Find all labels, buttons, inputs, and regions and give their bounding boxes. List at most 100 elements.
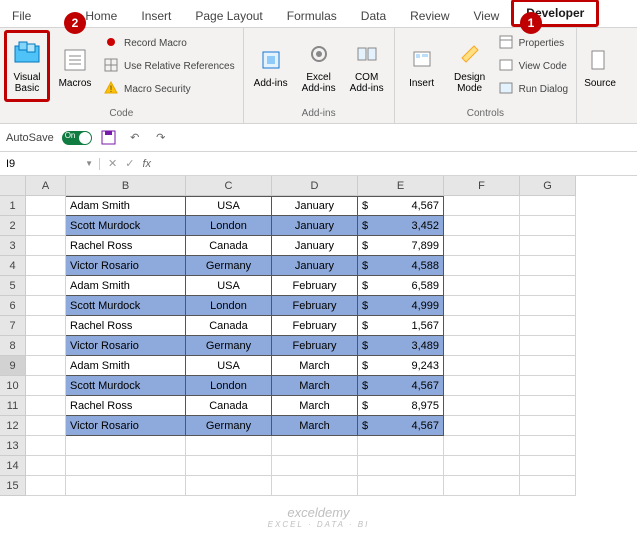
cell[interactable]: Canada: [186, 316, 272, 336]
tab-view[interactable]: View: [462, 5, 512, 27]
cell[interactable]: Scott Murdock: [66, 376, 186, 396]
tab-formulas[interactable]: Formulas: [275, 5, 349, 27]
cell[interactable]: [26, 216, 66, 236]
row-header[interactable]: 2: [0, 216, 26, 236]
row-header[interactable]: 12: [0, 416, 26, 436]
cell[interactable]: [520, 376, 576, 396]
cell[interactable]: $4,567: [358, 376, 444, 396]
cell[interactable]: Adam Smith: [66, 356, 186, 376]
cell[interactable]: Rachel Ross: [66, 316, 186, 336]
cell[interactable]: [444, 296, 520, 316]
cell[interactable]: Canada: [186, 396, 272, 416]
row-header[interactable]: 15: [0, 476, 26, 496]
cell[interactable]: [444, 416, 520, 436]
run-dialog-button[interactable]: Run Dialog: [495, 78, 572, 100]
col-header-E[interactable]: E: [358, 176, 444, 196]
cell[interactable]: [26, 276, 66, 296]
row-header[interactable]: 7: [0, 316, 26, 336]
cell[interactable]: [26, 356, 66, 376]
cell[interactable]: Rachel Ross: [66, 396, 186, 416]
cell[interactable]: $4,567: [358, 416, 444, 436]
cell[interactable]: [444, 356, 520, 376]
row-header[interactable]: 9: [0, 356, 26, 376]
cell[interactable]: Victor Rosario: [66, 256, 186, 276]
cell[interactable]: [444, 396, 520, 416]
cancel-formula-icon[interactable]: ✕: [108, 157, 117, 170]
cell[interactable]: [520, 236, 576, 256]
cell[interactable]: March: [272, 396, 358, 416]
cell[interactable]: Scott Murdock: [66, 216, 186, 236]
cell[interactable]: Germany: [186, 336, 272, 356]
row-header[interactable]: 5: [0, 276, 26, 296]
cell[interactable]: [520, 436, 576, 456]
cell[interactable]: [358, 476, 444, 496]
cell[interactable]: [26, 256, 66, 276]
cell[interactable]: [520, 476, 576, 496]
cell[interactable]: Victor Rosario: [66, 336, 186, 356]
cell[interactable]: [66, 436, 186, 456]
cell[interactable]: [444, 476, 520, 496]
tab-data[interactable]: Data: [349, 5, 398, 27]
cell[interactable]: [520, 296, 576, 316]
cell[interactable]: [26, 436, 66, 456]
cell[interactable]: $9,243: [358, 356, 444, 376]
cell[interactable]: Victor Rosario: [66, 416, 186, 436]
cell[interactable]: Germany: [186, 256, 272, 276]
cell[interactable]: $3,452: [358, 216, 444, 236]
cell[interactable]: [272, 436, 358, 456]
col-header-F[interactable]: F: [444, 176, 520, 196]
save-icon[interactable]: [100, 129, 118, 147]
cell[interactable]: London: [186, 216, 272, 236]
accept-formula-icon[interactable]: ✓: [125, 157, 134, 170]
name-box[interactable]: I9 ▼: [0, 158, 100, 170]
row-header[interactable]: 8: [0, 336, 26, 356]
col-header-D[interactable]: D: [272, 176, 358, 196]
cell[interactable]: [26, 416, 66, 436]
design-mode-button[interactable]: Design Mode: [447, 30, 493, 102]
cell[interactable]: [186, 436, 272, 456]
cell[interactable]: [26, 316, 66, 336]
cell[interactable]: [26, 196, 66, 216]
tab-insert[interactable]: Insert: [129, 5, 183, 27]
cell[interactable]: [444, 256, 520, 276]
excel-addins-button[interactable]: Excel Add-ins: [296, 30, 342, 102]
cell[interactable]: [520, 356, 576, 376]
cell[interactable]: [26, 376, 66, 396]
cell[interactable]: [444, 216, 520, 236]
cell[interactable]: [272, 456, 358, 476]
cell[interactable]: Scott Murdock: [66, 296, 186, 316]
redo-button[interactable]: ↷: [152, 129, 170, 147]
addins-button[interactable]: Add-ins: [248, 30, 294, 102]
com-addins-button[interactable]: COM Add-ins: [344, 30, 390, 102]
cell[interactable]: [26, 236, 66, 256]
cell[interactable]: [520, 316, 576, 336]
cell[interactable]: [520, 336, 576, 356]
row-header[interactable]: 13: [0, 436, 26, 456]
cell[interactable]: January: [272, 216, 358, 236]
row-header[interactable]: 1: [0, 196, 26, 216]
cell[interactable]: [26, 296, 66, 316]
cell[interactable]: $4,567: [358, 196, 444, 216]
cell[interactable]: [520, 456, 576, 476]
cell[interactable]: [26, 476, 66, 496]
cell[interactable]: [444, 376, 520, 396]
cell[interactable]: [520, 256, 576, 276]
row-header[interactable]: 6: [0, 296, 26, 316]
fx-icon[interactable]: fx: [142, 158, 151, 170]
cell[interactable]: February: [272, 296, 358, 316]
cell[interactable]: $8,975: [358, 396, 444, 416]
row-header[interactable]: 4: [0, 256, 26, 276]
row-header[interactable]: 10: [0, 376, 26, 396]
cell[interactable]: USA: [186, 196, 272, 216]
cell[interactable]: [520, 216, 576, 236]
row-header[interactable]: 3: [0, 236, 26, 256]
cell[interactable]: $3,489: [358, 336, 444, 356]
cell[interactable]: $4,999: [358, 296, 444, 316]
cell[interactable]: USA: [186, 356, 272, 376]
cell[interactable]: [444, 456, 520, 476]
cell[interactable]: [444, 436, 520, 456]
cell[interactable]: February: [272, 336, 358, 356]
visual-basic-button[interactable]: Visual Basic: [4, 30, 50, 102]
cell[interactable]: [520, 396, 576, 416]
cell[interactable]: January: [272, 256, 358, 276]
